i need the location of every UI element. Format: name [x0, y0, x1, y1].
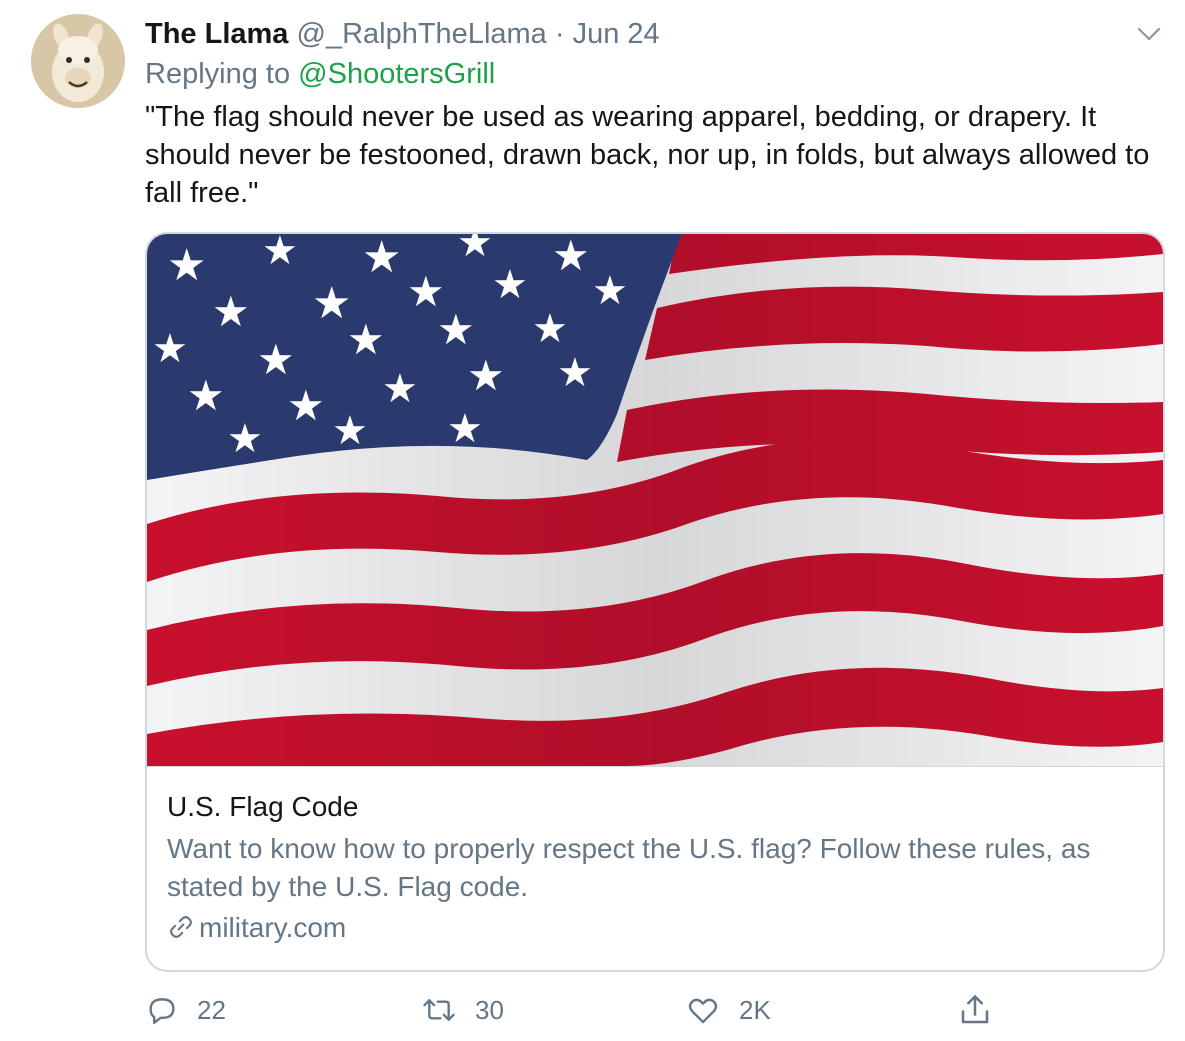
svg-text:★: ★	[187, 372, 225, 419]
tweet-menu-button[interactable]	[1135, 22, 1163, 46]
svg-text:★: ★	[287, 382, 325, 429]
user-handle[interactable]: @_RalphTheLlama	[297, 18, 547, 50]
llama-avatar-icon	[31, 14, 125, 108]
replying-label: Replying to	[145, 58, 291, 90]
like-button[interactable]: 2K	[685, 988, 771, 1032]
svg-text:★: ★	[312, 279, 351, 328]
reply-icon	[149, 998, 175, 1024]
svg-text:★: ★	[362, 234, 401, 282]
card-title[interactable]: U.S. Flag Code	[167, 790, 358, 824]
reply-button[interactable]: 22	[145, 988, 226, 1032]
svg-text:★: ★	[457, 234, 493, 265]
svg-text:★: ★	[212, 288, 250, 335]
svg-text:★: ★	[167, 241, 206, 290]
svg-text:★: ★	[262, 234, 298, 273]
mention-link[interactable]: @ShootersGrill	[298, 58, 495, 90]
tweet-date[interactable]: Jun 24	[573, 18, 660, 50]
card-description: Want to know how to properly respect the…	[167, 833, 1091, 902]
svg-text:★: ★	[152, 327, 188, 371]
svg-text:★: ★	[492, 263, 528, 307]
separator-dot: ·	[554, 18, 565, 50]
svg-text:★: ★	[532, 307, 568, 351]
tweet-text: "The flag should never be used as wearin…	[145, 101, 1150, 209]
tweet-actions: 22 30 2K	[145, 988, 1165, 1032]
chevron-down-icon	[1137, 27, 1161, 41]
retweet-button[interactable]: 30	[421, 988, 504, 1032]
retweet-count: 30	[475, 994, 504, 1025]
card-domain-text: military.com	[199, 912, 347, 943]
tweet-header: The Llama @_RalphTheLlama · Jun 24	[145, 16, 660, 52]
replying-to: Replying to @ShootersGrill	[145, 56, 495, 92]
heart-icon	[688, 998, 718, 1024]
card-domain[interactable]: military.com	[167, 910, 346, 946]
like-count: 2K	[739, 994, 771, 1025]
svg-text:★: ★	[557, 351, 593, 395]
svg-text:★: ★	[332, 409, 368, 453]
svg-text:★: ★	[447, 407, 483, 451]
avatar[interactable]	[31, 14, 125, 108]
share-button[interactable]	[957, 988, 993, 1032]
share-icon	[961, 995, 989, 1024]
svg-text:★: ★	[592, 269, 628, 313]
svg-text:★: ★	[467, 352, 505, 399]
display-name[interactable]: The Llama	[145, 18, 288, 50]
svg-text:★: ★	[382, 367, 418, 411]
svg-text:★: ★	[227, 417, 263, 461]
svg-text:★: ★	[257, 336, 295, 383]
reply-count: 22	[197, 994, 226, 1025]
card-divider	[147, 766, 1163, 767]
svg-text:★: ★	[552, 234, 590, 279]
svg-text:★: ★	[347, 316, 385, 363]
retweet-icon	[423, 999, 455, 1021]
link-icon	[170, 916, 192, 938]
link-card[interactable]: ★ ★ ★ ★ ★ ★ ★ ★ ★ ★ ★ ★ ★ ★ ★ ★ ★ ★ ★ ★ ★ ★ ★ U.S. Flag Co…	[145, 232, 1165, 972]
svg-text:★: ★	[437, 306, 475, 353]
us-flag-image: ★ ★ ★ ★ ★ ★ ★ ★ ★ ★ ★ ★ ★ ★ ★ ★ ★ ★ ★ ★ ★ ★ ★	[147, 234, 1163, 766]
